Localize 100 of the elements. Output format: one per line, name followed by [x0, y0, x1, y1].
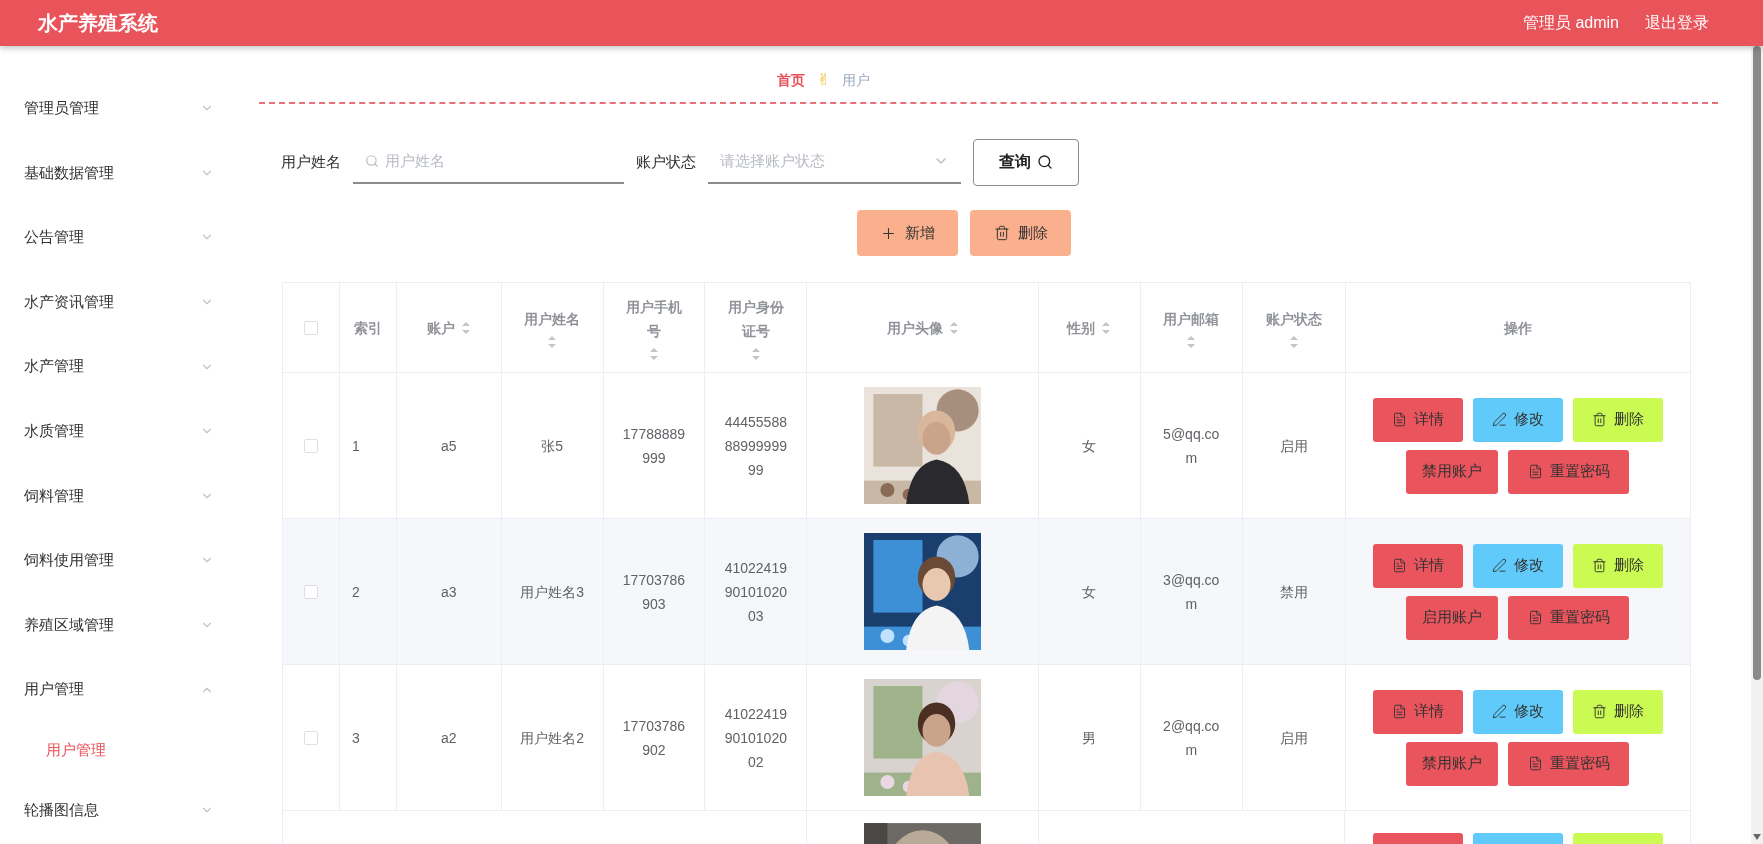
table-cell-text: 张5 [541, 436, 564, 456]
sort-icon[interactable] [648, 346, 659, 361]
toggle-button[interactable]: 禁用账户 [1406, 449, 1499, 494]
sidebar-item[interactable]: 基础数据管理 [0, 140, 250, 206]
field-label: 用户姓名 [281, 151, 341, 172]
delete-button[interactable]: 删除 [970, 210, 1071, 256]
sort-icon[interactable] [1186, 334, 1197, 349]
sidebar-item[interactable]: 用户管理 [0, 657, 250, 722]
column-header: 操作 [1503, 318, 1532, 338]
table-cell-text: a5 [441, 436, 457, 456]
query-button[interactable]: 查询 [973, 138, 1079, 186]
delete-button[interactable]: 删除 [1572, 397, 1663, 442]
user-label: 管理员 admin [1522, 13, 1619, 33]
sort-icon[interactable] [547, 334, 558, 349]
pen-icon [1491, 412, 1507, 427]
scrollbar[interactable] [1751, 46, 1763, 844]
table-cell-text: 17703786902 [621, 716, 687, 760]
sort-icon[interactable] [1288, 334, 1299, 349]
toggle-button[interactable]: 禁用账户 [1406, 741, 1499, 786]
sidebar-subitem[interactable]: 用户管理 [0, 721, 250, 778]
breadcrumb-separator: ✌ [817, 69, 831, 91]
column-header[interactable]: 用户手机号 [624, 294, 683, 361]
table-cell-text: 410224199010102002 [723, 704, 788, 772]
edit-button[interactable]: 修改 [1472, 689, 1563, 734]
table-cell-text: 3@qq.com [1162, 570, 1221, 614]
sidebar-item[interactable]: 轮播图信息 [0, 777, 250, 843]
pen-icon [1491, 704, 1507, 719]
trash-icon [1591, 704, 1607, 719]
reset-button[interactable]: 重置密码 [1508, 741, 1630, 786]
table-cell-text: a3 [441, 582, 457, 602]
toggle-button[interactable]: 启用账户 [1406, 595, 1499, 640]
delete-button[interactable]: 删除 [1572, 689, 1663, 734]
sort-icon[interactable] [1101, 320, 1112, 335]
reset-button[interactable]: 重置密码 [1508, 595, 1630, 640]
document-icon [1391, 412, 1407, 427]
table-cell-text: 用户姓名2 [520, 728, 585, 748]
document-icon [1391, 558, 1407, 573]
document-icon [1391, 704, 1407, 719]
sidebar-item[interactable]: 管理员管理 [0, 76, 250, 141]
column-header[interactable]: 性别 [1067, 315, 1112, 340]
column-header[interactable]: 用户身份证号 [726, 294, 785, 361]
document-icon [1527, 464, 1543, 479]
table-cell-text: 用户姓名3 [520, 582, 585, 602]
column-header[interactable]: 账户 [426, 315, 471, 340]
trash-icon [1591, 558, 1607, 573]
table-cell-text: 女 [1082, 582, 1097, 602]
table-cell-text: 1 [351, 436, 360, 456]
checkbox[interactable] [303, 730, 318, 745]
column-header[interactable]: 用户姓名 [523, 306, 582, 349]
edit-button[interactable]: 修改 [1472, 543, 1563, 588]
table-cell-text: 禁用 [1279, 582, 1308, 602]
field-label: 账户状态 [636, 151, 696, 172]
sidebar-item[interactable]: 养殖区域管理 [0, 592, 250, 658]
detail-button[interactable]: 详情 [1372, 397, 1463, 442]
table-cell-text: 17788889999 [621, 424, 687, 468]
table-cell-text: 2 [351, 582, 360, 602]
detail-button[interactable]: 详情 [1372, 543, 1463, 588]
app-title: 水产养殖系统 [38, 11, 158, 36]
detail-button[interactable]: 详情 [1372, 689, 1463, 734]
table-cell-text: 444555888899999999 [723, 412, 788, 480]
sidebar-item[interactable]: 水质管理 [0, 398, 250, 464]
sort-icon[interactable] [460, 320, 471, 335]
edit-button[interactable]: 修改 [1472, 397, 1563, 442]
scroll-down-icon[interactable] [1753, 834, 1761, 840]
search-icon [1037, 154, 1053, 170]
pen-icon [1491, 558, 1507, 573]
column-header[interactable]: 用户邮箱 [1162, 306, 1221, 349]
table-cell-text: 3 [351, 728, 360, 748]
trash-icon [993, 225, 1010, 241]
table-cell-text: 启用 [1279, 436, 1308, 456]
search-field[interactable]: 用户姓名 [353, 140, 624, 184]
table-cell-text: 17703786903 [621, 570, 687, 614]
table-cell-text: 410224199010102003 [723, 558, 788, 626]
document-icon [1527, 756, 1543, 771]
sort-icon[interactable] [750, 346, 761, 361]
add-button[interactable]: 新增 [857, 210, 958, 256]
checkbox[interactable] [303, 320, 318, 335]
sidebar-item[interactable]: 饲料使用管理 [0, 528, 250, 593]
column-header[interactable]: 用户头像 [886, 315, 959, 340]
checkbox[interactable] [303, 438, 318, 453]
delete-button[interactable]: 删除 [1572, 543, 1663, 588]
table-cell-text: 5@qq.com [1162, 424, 1221, 468]
breadcrumb-home[interactable]: 首页 [777, 69, 805, 91]
status-select[interactable]: 请选择账户状态 [708, 140, 961, 184]
table-cell-text: 2@qq.com [1162, 716, 1221, 760]
reset-button[interactable]: 重置密码 [1508, 449, 1630, 494]
sort-icon[interactable] [948, 320, 959, 335]
document-icon [1527, 610, 1543, 625]
logout-link[interactable]: 退出登录 [1645, 11, 1709, 35]
search-icon [365, 154, 379, 168]
sidebar-item[interactable]: 水产管理 [0, 334, 250, 399]
checkbox[interactable] [303, 584, 318, 599]
breadcrumb-current: 用户 [842, 70, 871, 90]
column-header[interactable]: 账户状态 [1264, 306, 1324, 349]
table-cell-text: 启用 [1279, 728, 1308, 748]
sidebar-item[interactable]: 水产资讯管理 [0, 269, 250, 335]
sidebar-item[interactable]: 饲料管理 [0, 463, 250, 529]
table-cell-text: 男 [1082, 728, 1097, 748]
sidebar-item[interactable]: 公告管理 [0, 205, 250, 270]
table-cell-text: 女 [1082, 436, 1097, 456]
